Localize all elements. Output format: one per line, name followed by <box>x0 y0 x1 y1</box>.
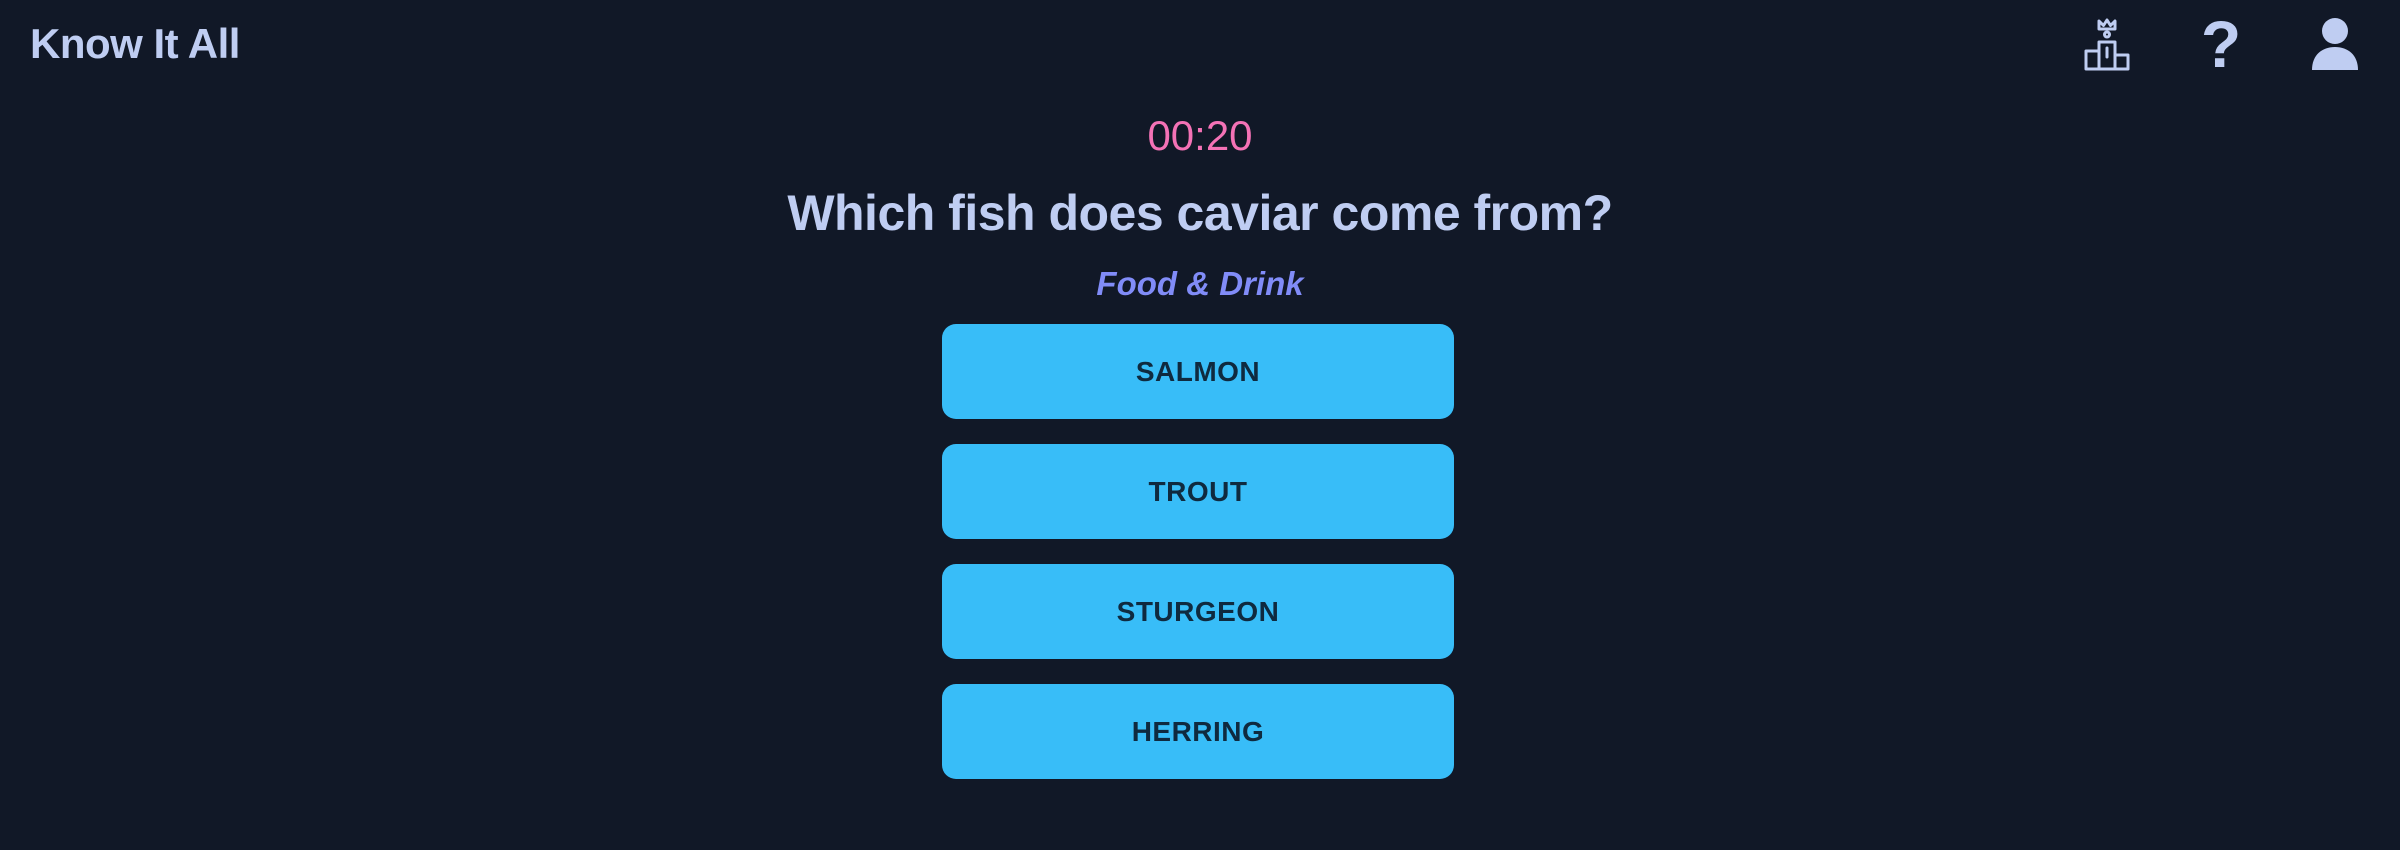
help-icon: ? <box>2200 7 2242 81</box>
answer-button-herring[interactable]: HERRING <box>942 684 1454 779</box>
question-category: Food & Drink <box>1096 265 1304 302</box>
answer-button-sturgeon[interactable]: STURGEON <box>942 564 1454 659</box>
leaderboard-icon <box>2084 18 2130 71</box>
answer-button-trout[interactable]: TROUT <box>942 444 1454 539</box>
leaderboard-button[interactable] <box>2077 14 2137 74</box>
help-button[interactable]: ? <box>2191 7 2251 81</box>
header-bar: Know It All ? <box>0 0 2400 90</box>
answer-list: SALMON TROUT STURGEON HERRING <box>942 324 1454 804</box>
user-icon <box>2312 18 2358 70</box>
countdown-timer: 00:20 <box>1147 112 1253 159</box>
question-text: Which fish does caviar come from? <box>787 185 1613 241</box>
profile-button[interactable] <box>2305 14 2365 74</box>
app-title: Know It All <box>30 20 240 67</box>
answer-button-salmon[interactable]: SALMON <box>942 324 1454 419</box>
